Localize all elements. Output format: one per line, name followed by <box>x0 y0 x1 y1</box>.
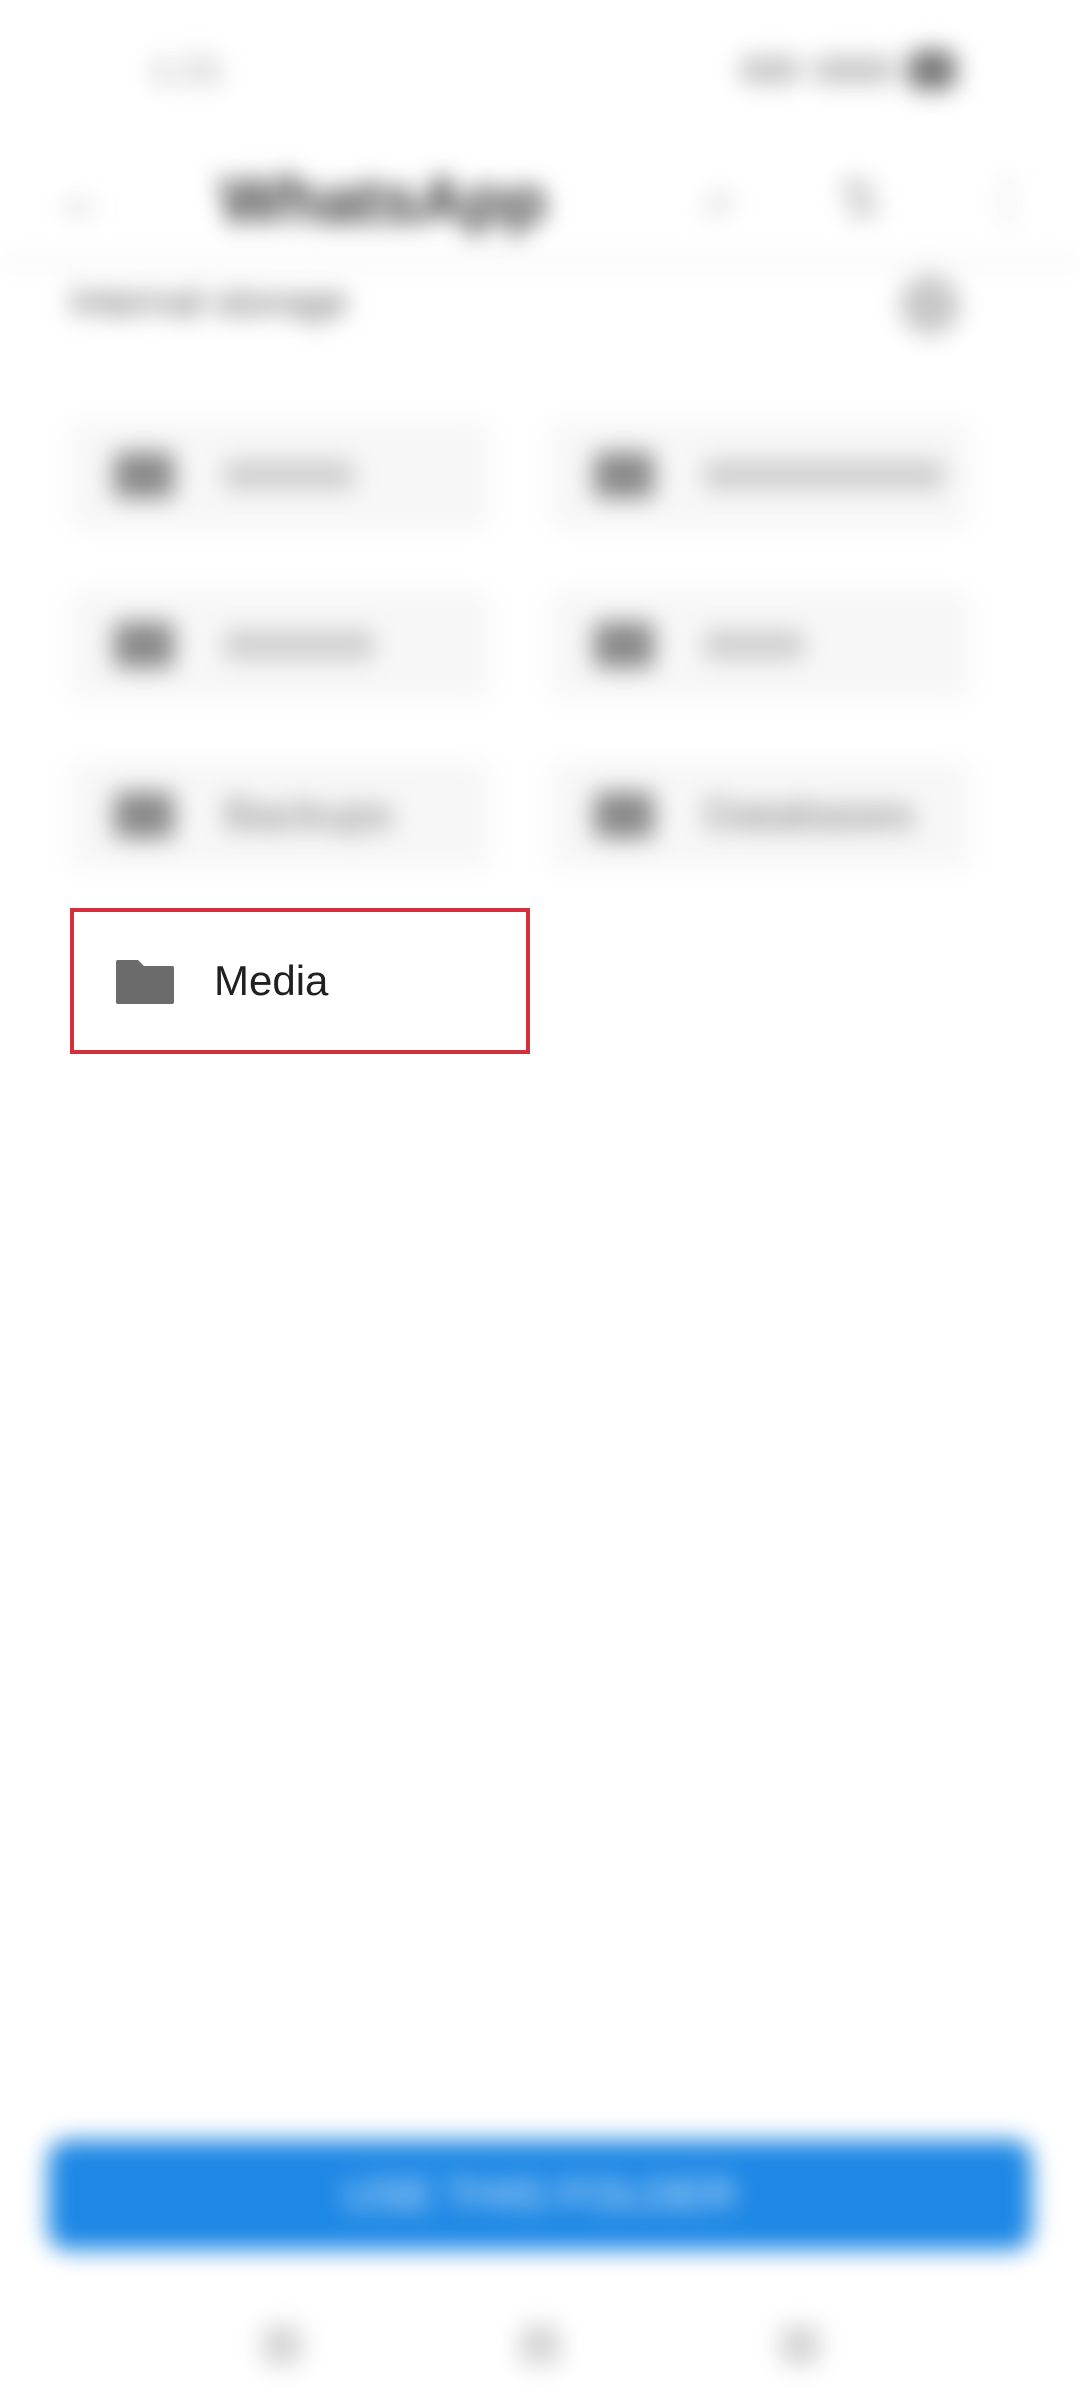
recents-icon[interactable] <box>780 2325 820 2365</box>
list-item-databases[interactable]: Databases <box>550 760 970 870</box>
app-bar: ← WhatsApp ⌕ ⇅ ⋮ <box>0 140 1080 264</box>
media-label: Media <box>214 957 329 1004</box>
signal-icon <box>740 56 800 84</box>
list-item[interactable] <box>70 420 490 530</box>
path-action-icon[interactable] <box>900 275 960 335</box>
search-icon[interactable]: ⌕ <box>690 170 750 230</box>
folder-icon <box>116 960 174 1004</box>
use-this-folder-button[interactable]: USE THIS FOLDER <box>48 2140 1032 2250</box>
folder-icon <box>594 792 654 838</box>
more-vert-icon[interactable]: ⋮ <box>980 170 1034 230</box>
folder-icon <box>594 622 654 668</box>
folder-icon <box>114 452 174 498</box>
list-item-label-placeholder <box>224 460 354 490</box>
folder-icon <box>594 452 654 498</box>
breadcrumb: Internal storage <box>70 270 1010 340</box>
list-item-label-placeholder <box>704 630 804 660</box>
list-item-media[interactable]: Media <box>70 908 530 1054</box>
status-icons <box>740 50 1000 90</box>
page-title: WhatsApp <box>220 163 547 237</box>
arrow-left-icon[interactable]: ← <box>58 176 108 224</box>
navigation-bar <box>0 2280 1080 2400</box>
status-time: 1:21 <box>150 50 224 92</box>
list-item[interactable] <box>550 590 970 700</box>
battery-icon <box>908 50 956 90</box>
back-icon[interactable] <box>262 2325 302 2365</box>
list-item-label-placeholder <box>224 630 374 660</box>
list-item-backups[interactable]: Backups <box>70 760 490 870</box>
folder-icon <box>114 792 174 838</box>
list-item-label: Databases <box>704 790 915 839</box>
blurred-background: 1:21 ← WhatsApp ⌕ ⇅ ⋮ Internal storage B… <box>0 0 1080 2400</box>
home-icon[interactable] <box>520 2325 560 2365</box>
sort-icon[interactable]: ⇅ <box>830 170 890 230</box>
folder-grid: Backups Databases <box>70 400 1010 900</box>
status-bar: 1:21 <box>0 0 1080 140</box>
path-text: Internal storage <box>70 280 348 324</box>
folder-icon <box>114 622 174 668</box>
list-item-label: Backups <box>224 790 393 839</box>
list-item[interactable] <box>550 420 970 530</box>
wifi-icon <box>814 56 894 84</box>
list-item[interactable] <box>70 590 490 700</box>
list-item-label-placeholder <box>704 460 944 490</box>
